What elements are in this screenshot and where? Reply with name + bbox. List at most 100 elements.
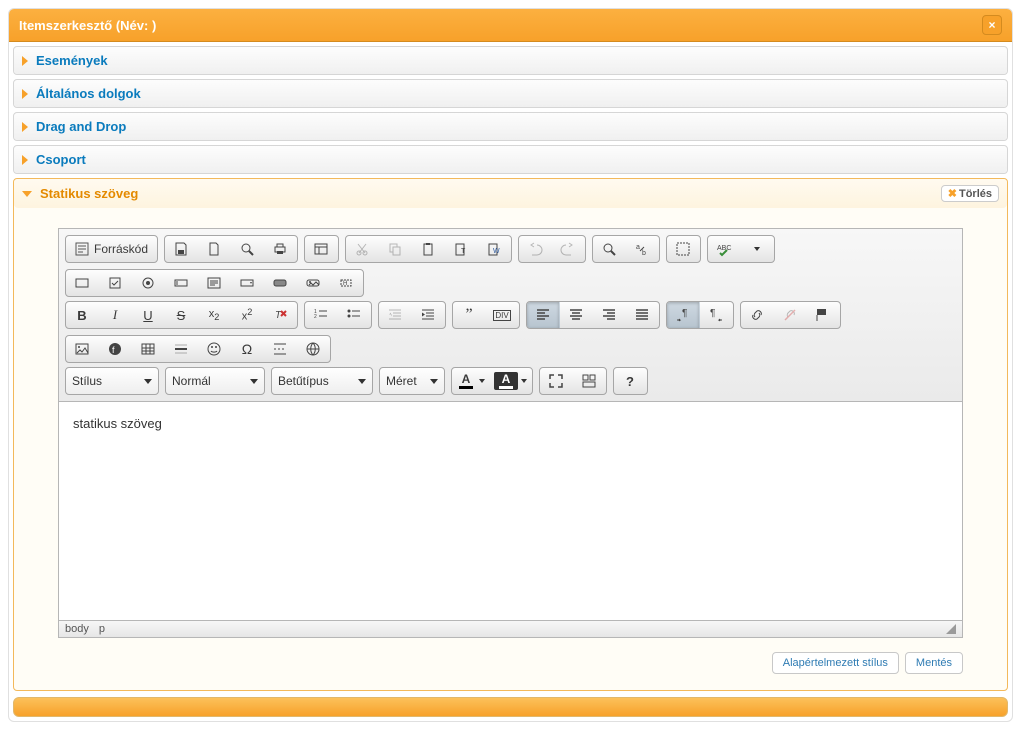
- special-char-button[interactable]: Ω: [231, 336, 264, 362]
- redo-icon: [560, 241, 576, 257]
- editor-content-area[interactable]: statikus szöveg: [59, 402, 962, 620]
- svg-text:a: a: [636, 244, 640, 251]
- select-all-button[interactable]: [667, 236, 700, 262]
- smiley-icon: [206, 341, 222, 357]
- hidden-field-button[interactable]: H: [330, 270, 363, 296]
- bidi-rtl-button[interactable]: ¶: [700, 302, 733, 328]
- button-field-button[interactable]: [264, 270, 297, 296]
- copy-button[interactable]: [379, 236, 412, 262]
- bold-button[interactable]: B: [66, 302, 99, 328]
- outdent-button[interactable]: [379, 302, 412, 328]
- dialog-titlebar[interactable]: Itemszerkesztő (Név: ) ×: [9, 9, 1012, 42]
- create-div-button[interactable]: DIV: [486, 302, 519, 328]
- accordion-header-group[interactable]: Csoport: [14, 146, 1007, 173]
- textarea-button[interactable]: [198, 270, 231, 296]
- italic-button[interactable]: I: [99, 302, 132, 328]
- superscript-button[interactable]: x2: [231, 302, 264, 328]
- delete-label: Törlés: [959, 188, 992, 200]
- toolbar-group-align: [526, 301, 660, 329]
- caret-right-icon: [22, 56, 28, 66]
- replace-button[interactable]: ab: [626, 236, 659, 262]
- blockquote-button[interactable]: ”: [453, 302, 486, 328]
- remove-format-button[interactable]: T: [264, 302, 297, 328]
- radio-icon: [140, 275, 156, 291]
- select-button[interactable]: [231, 270, 264, 296]
- iframe-button[interactable]: [297, 336, 330, 362]
- smiley-button[interactable]: [198, 336, 231, 362]
- image-button-button[interactable]: [297, 270, 330, 296]
- resize-handle[interactable]: [946, 624, 956, 634]
- indent-button[interactable]: [412, 302, 445, 328]
- maximize-button[interactable]: [540, 368, 573, 394]
- spellcheck-dropdown[interactable]: [741, 236, 774, 262]
- anchor-button[interactable]: [807, 302, 840, 328]
- textfield-button[interactable]: [165, 270, 198, 296]
- align-center-button[interactable]: [560, 302, 593, 328]
- source-button[interactable]: Forráskód: [66, 236, 157, 262]
- toolbar-group-forms: H: [65, 269, 364, 297]
- default-style-button[interactable]: Alapértelmezett stílus: [772, 652, 899, 674]
- undo-button[interactable]: [519, 236, 552, 262]
- paste-word-button[interactable]: W: [478, 236, 511, 262]
- hr-button[interactable]: [165, 336, 198, 362]
- save-panel-button[interactable]: Mentés: [905, 652, 963, 674]
- image-button[interactable]: [66, 336, 99, 362]
- checkbox-button[interactable]: [99, 270, 132, 296]
- show-blocks-button[interactable]: [573, 368, 606, 394]
- toolbar-group-block: ” DIV: [452, 301, 520, 329]
- path-body[interactable]: body: [65, 623, 89, 635]
- accordion-header-dragdrop[interactable]: Drag and Drop: [14, 113, 1007, 140]
- align-right-icon: [601, 307, 617, 323]
- subscript-button[interactable]: x2: [198, 302, 231, 328]
- image-button-icon: [305, 275, 321, 291]
- paste-button[interactable]: [412, 236, 445, 262]
- replace-icon: ab: [634, 241, 650, 257]
- print-button[interactable]: [264, 236, 297, 262]
- spellcheck-button[interactable]: ABC: [708, 236, 741, 262]
- accordion-item-static-text: Statikus szöveg ✖ Törlés: [13, 178, 1008, 691]
- svg-text:¶: ¶: [682, 308, 687, 319]
- bg-color-button[interactable]: A: [490, 368, 532, 394]
- path-p[interactable]: p: [99, 623, 105, 635]
- bullet-list-button[interactable]: [338, 302, 371, 328]
- text-color-button[interactable]: A: [452, 368, 490, 394]
- align-justify-button[interactable]: [626, 302, 659, 328]
- accordion-header-static-text[interactable]: Statikus szöveg ✖ Törlés: [14, 179, 1007, 208]
- link-button[interactable]: [741, 302, 774, 328]
- accordion-header-general[interactable]: Általános dolgok: [14, 80, 1007, 107]
- dialog-close-button[interactable]: ×: [982, 15, 1002, 35]
- cut-button[interactable]: [346, 236, 379, 262]
- align-left-button[interactable]: [527, 302, 560, 328]
- strike-button[interactable]: S: [165, 302, 198, 328]
- about-button[interactable]: ?: [614, 368, 647, 394]
- font-combo[interactable]: Betűtípus: [271, 367, 373, 395]
- find-button[interactable]: [593, 236, 626, 262]
- accordion-header-events[interactable]: Események: [14, 47, 1007, 74]
- caret-down-icon: [22, 191, 32, 197]
- style-combo[interactable]: Stílus: [65, 367, 159, 395]
- save-button[interactable]: [165, 236, 198, 262]
- delete-button[interactable]: ✖ Törlés: [941, 185, 999, 202]
- numbered-list-button[interactable]: 12: [305, 302, 338, 328]
- new-page-button[interactable]: [198, 236, 231, 262]
- help-icon: ?: [626, 374, 634, 389]
- toolbar-group-select: [666, 235, 701, 263]
- paste-text-button[interactable]: T: [445, 236, 478, 262]
- flash-button[interactable]: f: [99, 336, 132, 362]
- table-button[interactable]: [132, 336, 165, 362]
- bidi-ltr-button[interactable]: ¶: [667, 302, 700, 328]
- redo-button[interactable]: [552, 236, 585, 262]
- accordion-item-dragdrop: Drag and Drop: [13, 112, 1008, 141]
- format-combo[interactable]: Normál: [165, 367, 265, 395]
- preview-button[interactable]: [231, 236, 264, 262]
- unlink-button[interactable]: [774, 302, 807, 328]
- checkbox-icon: [107, 275, 123, 291]
- radio-button[interactable]: [132, 270, 165, 296]
- form-button[interactable]: [66, 270, 99, 296]
- templates-button[interactable]: [305, 236, 338, 262]
- align-right-button[interactable]: [593, 302, 626, 328]
- toolbar-group-list: 12: [304, 301, 372, 329]
- size-combo[interactable]: Méret: [379, 367, 445, 395]
- underline-button[interactable]: U: [132, 302, 165, 328]
- page-break-button[interactable]: [264, 336, 297, 362]
